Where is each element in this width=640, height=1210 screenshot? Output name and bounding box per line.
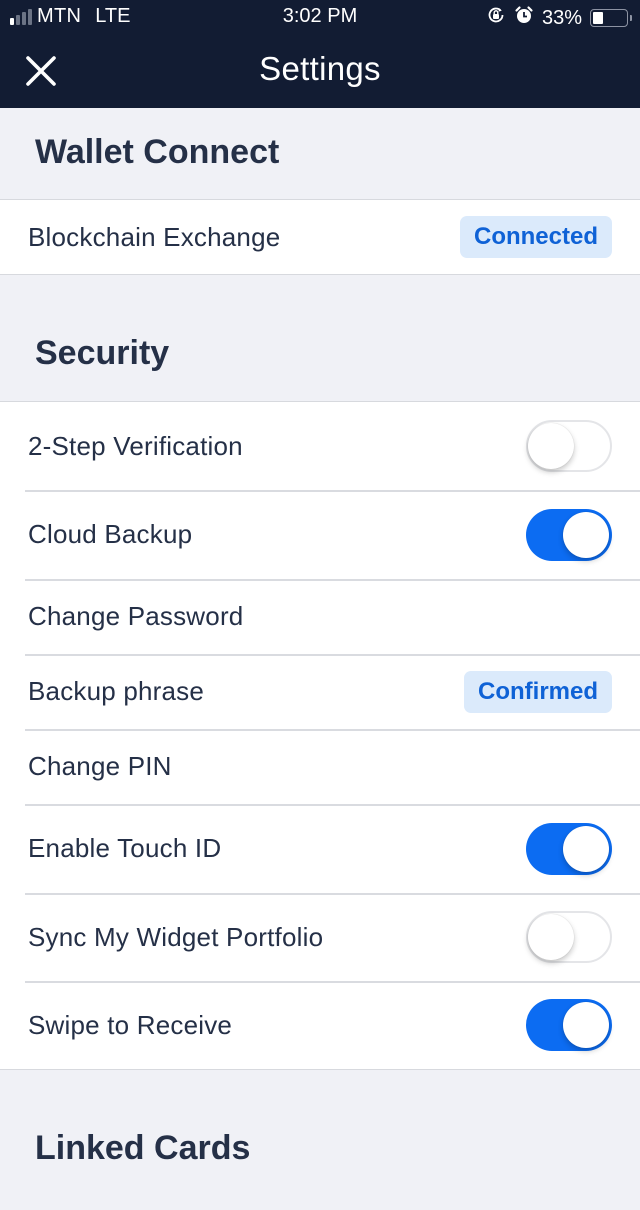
toggle-knob <box>563 511 609 558</box>
row-label: Backup phrase <box>28 676 205 706</box>
row-label: 2-Step Verification <box>28 430 243 461</box>
toggle-knob <box>528 423 574 469</box>
row-label: Cloud Backup <box>28 519 193 549</box>
row-label: Enable Touch ID <box>28 833 222 863</box>
status-bar-right: 33% <box>486 5 632 31</box>
row-2-step-verification[interactable]: 2-Step Verification <box>0 402 640 490</box>
toggle-sync-widget-portfolio[interactable] <box>526 911 612 963</box>
status-badge-confirmed: Confirmed <box>464 670 612 713</box>
section-header-wallet-connect: Wallet Connect <box>0 108 640 200</box>
toggle-enable-touch-id[interactable] <box>526 822 612 875</box>
rotation-lock-icon <box>486 5 506 31</box>
row-swipe-to-receive[interactable]: Swipe to Receive <box>0 981 640 1069</box>
toggle-cloud-backup[interactable] <box>526 508 612 561</box>
navbar: Settings <box>0 36 640 108</box>
row-cloud-backup[interactable]: Cloud Backup <box>0 490 640 579</box>
row-label: Change Password <box>28 601 244 631</box>
toggle-knob <box>528 914 574 960</box>
wallet-connect-group: Blockchain Exchange Connected <box>0 199 640 275</box>
row-label: Blockchain Exchange <box>28 221 281 252</box>
row-change-password[interactable]: Change Password <box>0 579 640 654</box>
battery-percent: 33% <box>541 6 582 29</box>
row-blockchain-exchange[interactable]: Blockchain Exchange Connected <box>0 200 640 274</box>
status-badge-connected: Connected <box>459 216 612 258</box>
toggle-knob <box>563 1002 609 1048</box>
battery-icon <box>590 9 632 27</box>
section-header-security: Security <box>0 275 640 402</box>
toggle-knob <box>563 825 609 872</box>
status-bar: MTN LTE 3:02 PM 33% <box>0 0 640 36</box>
row-label: Sync My Widget Portfolio <box>28 921 324 952</box>
security-group: 2-Step Verification Cloud Backup Change … <box>0 401 640 1070</box>
page-title: Settings <box>259 50 381 87</box>
section-header-linked-cards: Linked Cards <box>0 1070 640 1210</box>
row-label: Change PIN <box>28 751 172 781</box>
row-backup-phrase[interactable]: Backup phrase Confirmed <box>0 654 640 729</box>
row-change-pin[interactable]: Change PIN <box>0 729 640 804</box>
toggle-2-step-verification[interactable] <box>526 420 612 472</box>
row-sync-widget-portfolio[interactable]: Sync My Widget Portfolio <box>0 893 640 981</box>
battery-level <box>593 12 603 24</box>
row-enable-touch-id[interactable]: Enable Touch ID <box>0 804 640 893</box>
toggle-swipe-to-receive[interactable] <box>526 999 612 1051</box>
row-label: Swipe to Receive <box>28 1009 233 1040</box>
alarm-icon <box>514 5 534 31</box>
